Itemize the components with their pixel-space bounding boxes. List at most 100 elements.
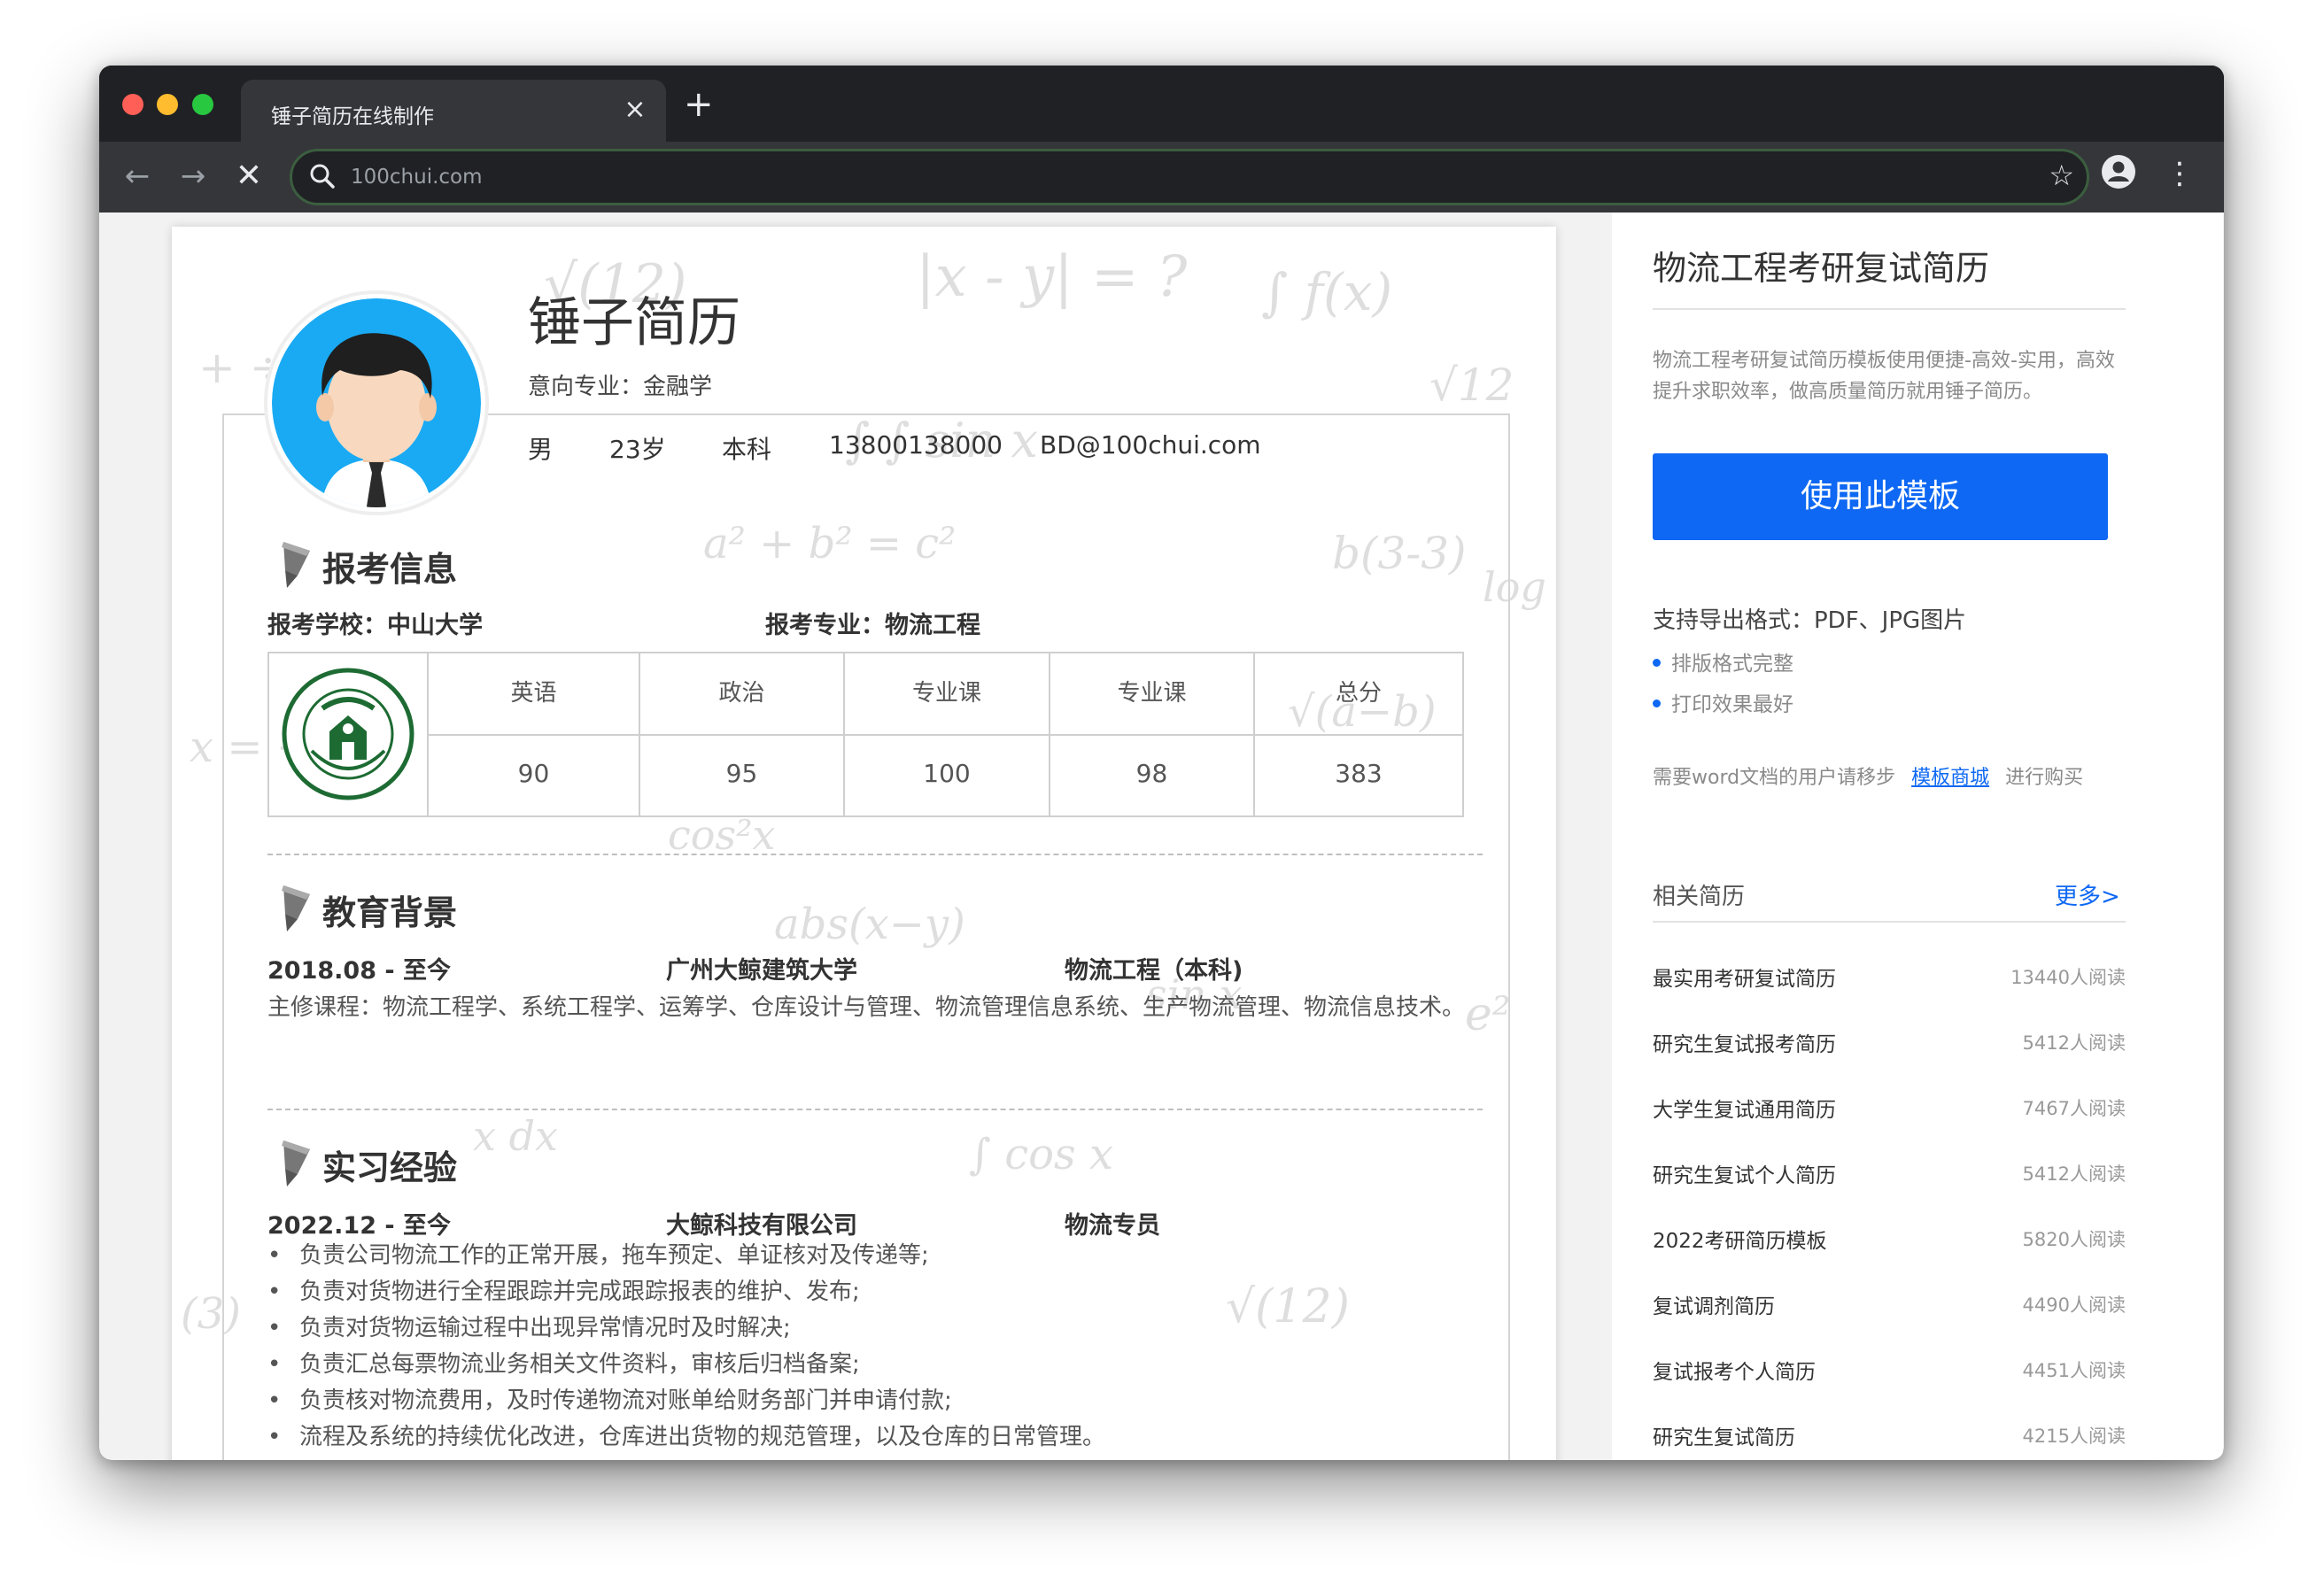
close-window-button[interactable] [122,94,143,115]
related-item-reads: 4490人阅读 [2022,1294,2126,1316]
related-item-reads: 5412人阅读 [2022,1163,2126,1185]
education-courses: 主修课程：物流工程学、系统工程学、运筹学、仓库设计与管理、物流管理信息系统、生产… [267,994,1466,1021]
word-note-prefix: 需要word文档的用户请移步 [1653,767,1896,789]
score-value: 98 [1135,759,1168,788]
related-item[interactable]: 大学生复试通用简历 7467人阅读 [1653,1093,2126,1128]
template-store-link[interactable]: 模板商城 [1911,767,1989,789]
browser-toolbar: ← → ✕ 100chui.com ☆ ⋮ [99,142,2224,213]
pen-icon [282,542,310,588]
url-text[interactable]: 100chui.com [351,166,483,189]
use-template-button[interactable]: 使用此模板 [1653,453,2108,540]
related-item[interactable]: 研究生复试个人简历 5412人阅读 [1653,1158,2126,1194]
address-bar[interactable]: 100chui.com ☆ [290,149,2089,205]
related-item[interactable]: 复试报考个人简历 4451人阅读 [1653,1355,2126,1390]
related-item-reads: 4451人阅读 [2022,1360,2126,1381]
divider [1653,308,2126,310]
education-school: 广州大鲸建筑大学 [666,957,857,985]
related-item-reads: 4215人阅读 [2022,1426,2126,1447]
related-item[interactable]: 最实用考研复试简历 13440人阅读 [1653,962,2126,997]
related-item-title[interactable]: 研究生复试报考简历 [1653,1027,1836,1057]
score-col-total: 总分 383 [1255,653,1462,815]
word-note-suffix: 进行购买 [2005,767,2084,789]
info-degree: 本科 [722,435,772,464]
related-item[interactable]: 研究生复试报考简历 5412人阅读 [1653,1027,2126,1063]
related-item[interactable]: 复试调剂简历 4490人阅读 [1653,1289,2126,1325]
word-note: 需要word文档的用户请移步 模板商城 进行购买 [1653,761,2083,790]
score-header: 政治 [640,653,843,736]
section-divider [267,854,1483,855]
score-col-english: 英语 90 [429,653,640,815]
related-item-title[interactable]: 2022考研简历模板 [1653,1224,1827,1254]
info-age: 23岁 [609,435,666,464]
related-item-title[interactable]: 复试调剂简历 [1653,1289,1775,1319]
university-seal-icon [282,668,414,800]
info-email: BD@100chui.com [1040,430,1261,460]
score-table: 英语 90 政治 95 专业课 100 专业课 98 总分 383 [267,652,1464,817]
related-item[interactable]: 2022考研简历模板 5820人阅读 [1653,1224,2126,1259]
score-col-politics: 政治 95 [640,653,845,815]
forward-arrow-icon[interactable]: → [173,156,213,197]
related-item[interactable]: 研究生复试简历 4215人阅读 [1653,1420,2126,1456]
template-description: 物流工程考研复试简历模板使用便捷-高效-实用，高效提升求职效率，做高质量简历就用… [1653,350,2115,403]
internship-period: 2022.12 - 至今 [267,1212,451,1240]
score-value: 90 [517,759,550,788]
list-item: 流程及系统的持续优化改进，仓库进出货物的规范管理，以及仓库的日常管理。 [267,1419,1105,1456]
education-degree: 物流工程（本科) [1065,957,1243,985]
pen-icon [282,1140,310,1186]
related-item-title[interactable]: 研究生复试个人简历 [1653,1158,1836,1188]
score-col-major1: 专业课 100 [845,653,1050,815]
related-item-title[interactable]: 研究生复试简历 [1653,1420,1795,1450]
exam-school: 报考学校：中山大学 [267,612,483,639]
score-header: 总分 [1255,653,1462,736]
list-item: 负责公司物流工作的正常开展，拖车预定、单证核对及传递等; [267,1238,1105,1274]
resume-name: 锤子简历 [528,292,740,354]
related-item-title[interactable]: 最实用考研复试简历 [1653,962,1836,992]
feature-item: 打印效果最好 [1653,687,1793,717]
list-item: 负责对货物运输过程中出现异常情况时及时解决; [267,1310,1105,1347]
section-title-education: 教育背景 [322,893,458,932]
section-title-internship: 实习经验 [322,1148,458,1187]
section-title-exam: 报考信息 [322,550,458,589]
divider [1653,921,2126,923]
education-period: 2018.08 - 至今 [267,957,451,985]
score-col-major2: 专业课 98 [1050,653,1255,815]
score-value: 95 [725,759,758,788]
back-arrow-icon[interactable]: ← [117,156,158,197]
score-header: 专业课 [1050,653,1253,736]
profile-icon[interactable] [2101,154,2136,189]
list-item: 负责对货物进行全程跟踪并完成跟踪报表的维护、发布; [267,1274,1105,1310]
new-tab-button[interactable]: + [684,87,714,122]
bookmark-star-icon[interactable]: ☆ [2049,158,2074,192]
export-formats: 支持导出格式：PDF、JPG图片 [1653,607,1967,634]
avatar-illustration [272,298,481,507]
score-header: 英语 [429,653,639,736]
related-item-title[interactable]: 复试报考个人简历 [1653,1355,1816,1385]
feature-item: 排版格式完整 [1653,646,1793,676]
more-menu-icon[interactable]: ⋮ [2165,156,2195,191]
internship-company: 大鲸科技有限公司 [666,1212,857,1240]
related-item-reads: 5412人阅读 [2022,1032,2126,1054]
search-icon [310,164,335,189]
score-value: 383 [1335,759,1383,788]
minimize-window-button[interactable] [157,94,178,115]
related-item-title[interactable]: 大学生复试通用简历 [1653,1093,1836,1123]
page-viewport: √(12) |x - y| = ? ∫ f(x) + ÷ ∫ ∫ sin x √… [99,213,2224,1460]
list-item: 负责汇总每票物流业务相关文件资料，审核后归档备案; [267,1347,1105,1383]
bullet-dot-icon [1653,659,1661,667]
duty-list: 负责公司物流工作的正常开展，拖车预定、单证核对及传递等; 负责对货物进行全程跟踪… [267,1238,1105,1456]
more-link[interactable]: 更多> [2055,878,2120,911]
university-logo [269,653,429,815]
browser-window: 锤子简历在线制作 × + ← → ✕ 100chui.com ☆ ⋮ √(12)… [99,66,2224,1460]
pen-icon [282,885,310,931]
template-sidebar: 物流工程考研复试简历 物流工程考研复试简历模板使用便捷-高效-实用，高效提升求职… [1612,213,2223,1460]
tab-close-icon[interactable]: × [622,94,648,125]
intended-major: 意向专业：金融学 [528,374,713,400]
stop-loading-icon[interactable]: ✕ [229,156,269,197]
browser-tab[interactable]: 锤子简历在线制作 × [241,80,666,142]
info-phone: 13800138000 [829,430,1003,460]
section-divider [267,1109,1483,1110]
related-item-reads: 5820人阅读 [2022,1229,2126,1250]
title-bar: 锤子简历在线制作 × + [99,66,2224,142]
related-item-reads: 7467人阅读 [2022,1098,2126,1119]
maximize-window-button[interactable] [192,94,213,115]
